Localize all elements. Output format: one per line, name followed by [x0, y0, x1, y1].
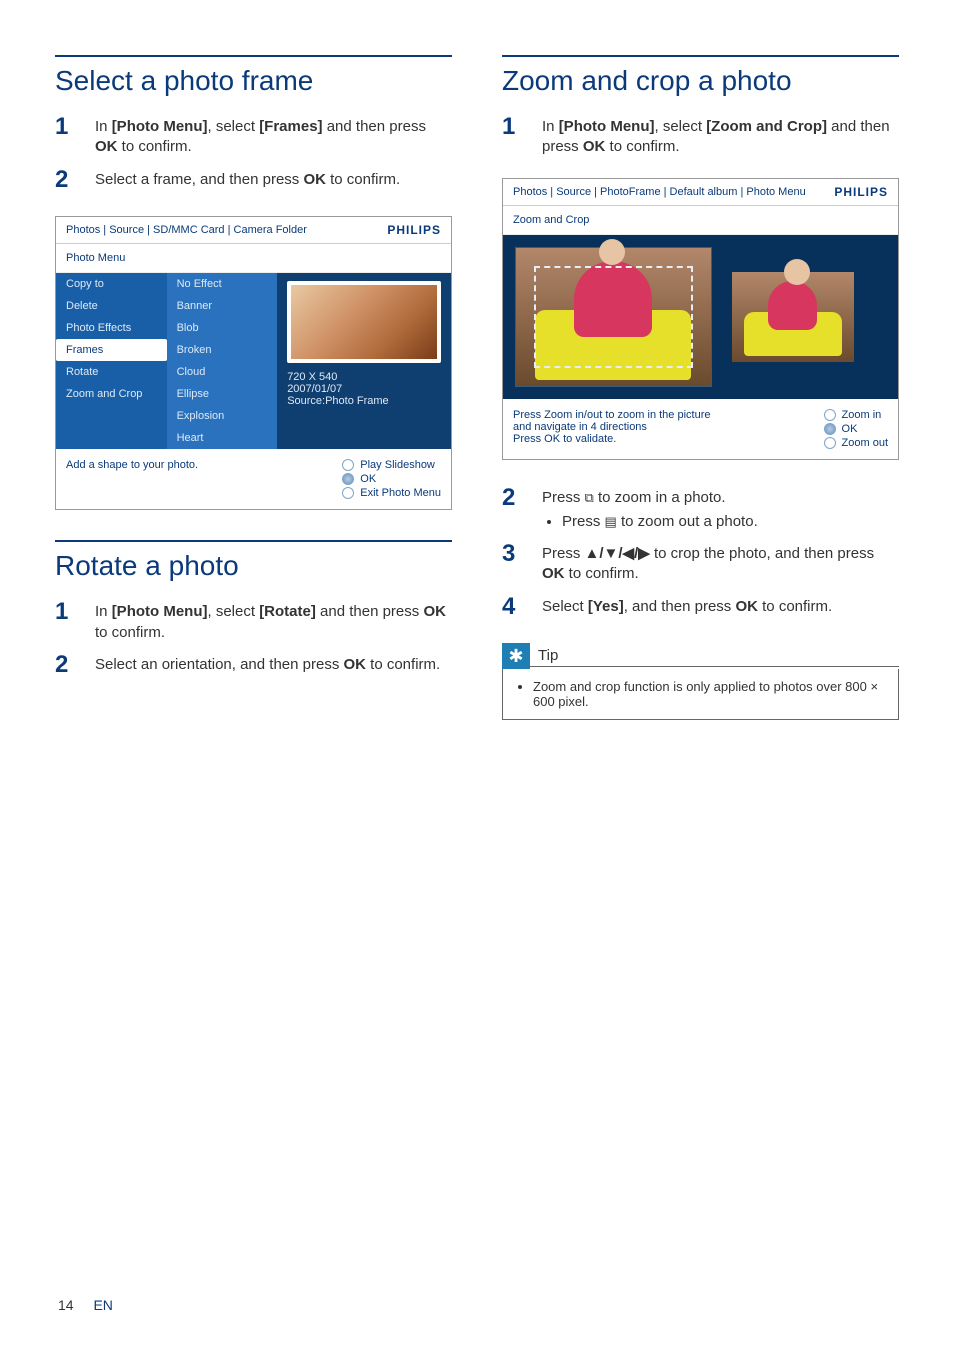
menu-item[interactable]: Broken: [167, 339, 278, 361]
left-column: Select a photo frame 1 In [Photo Menu], …: [55, 55, 452, 720]
option-row[interactable]: Play Slideshow: [342, 459, 441, 471]
option-ring-icon: [342, 459, 354, 471]
menu-item[interactable]: Zoom and Crop: [56, 383, 167, 405]
option-label: Zoom out: [842, 437, 888, 449]
tip-asterisk-icon: ✱: [502, 643, 530, 669]
shot-subtitle: Photo Menu: [56, 243, 451, 273]
step-text: In [Photo Menu], select [Rotate] and the…: [95, 596, 452, 643]
option-ring-icon: [824, 423, 836, 435]
step-text: Select a frame, and then press OK to con…: [95, 164, 400, 196]
page-lang: EN: [93, 1297, 112, 1313]
menu-item[interactable]: Copy to: [56, 273, 167, 295]
menu-item[interactable]: Ellipse: [167, 383, 278, 405]
section-title-frames: Select a photo frame: [55, 65, 452, 97]
step-number: 1: [55, 596, 77, 643]
option-label: Exit Photo Menu: [360, 487, 441, 499]
tip-box: ✱ Tip Zoom and crop function is only app…: [502, 643, 899, 720]
menu-item[interactable]: Explosion: [167, 405, 278, 427]
menu-item[interactable]: Delete: [56, 295, 167, 317]
menu-item[interactable]: No Effect: [167, 273, 278, 295]
step-number: 2: [55, 164, 77, 196]
section-title-rotate: Rotate a photo: [55, 550, 452, 582]
step-number: 2: [502, 482, 524, 533]
breadcrumb: Photos | Source | SD/MMC Card | Camera F…: [66, 224, 307, 236]
sub-step: Press ▤ to zoom out a photo.: [562, 512, 758, 532]
option-ring-icon: [824, 437, 836, 449]
zoom-small-preview: [732, 272, 854, 362]
option-label: Zoom in: [842, 409, 882, 421]
option-row[interactable]: OK: [824, 423, 888, 435]
foot-options: Play Slideshow OK Exit Photo Menu: [342, 459, 441, 499]
option-ring-icon: [342, 473, 354, 485]
preview-column: 720 X 540 2007/01/07 Source:Photo Frame: [277, 273, 451, 449]
menu-item[interactable]: Blob: [167, 317, 278, 339]
menu-item[interactable]: Banner: [167, 295, 278, 317]
option-label: OK: [360, 473, 376, 485]
option-row[interactable]: Exit Photo Menu: [342, 487, 441, 499]
option-row[interactable]: Zoom in: [824, 409, 888, 421]
option-row[interactable]: OK: [342, 473, 441, 485]
menu-item[interactable]: Rotate: [56, 361, 167, 383]
menu-item[interactable]: Heart: [167, 427, 278, 449]
zoom-out-icon: ▤: [605, 513, 617, 531]
menu-item[interactable]: Cloud: [167, 361, 278, 383]
step-number: 2: [55, 649, 77, 681]
steps-list-zoom-after: 2 Press ⧉ to zoom in a photo. Press ▤ to…: [502, 482, 899, 623]
step-text: Select an orientation, and then press OK…: [95, 649, 440, 681]
option-label: Play Slideshow: [360, 459, 435, 471]
menu-column-2: No EffectBannerBlobBrokenCloudEllipseExp…: [167, 273, 278, 449]
brand-logo: PHILIPS: [834, 185, 888, 199]
section-title-zoom: Zoom and crop a photo: [502, 65, 899, 97]
right-column: Zoom and crop a photo 1 In [Photo Menu],…: [502, 55, 899, 720]
preview-thumbnail: [287, 281, 441, 363]
foot-options: Zoom in OK Zoom out: [824, 409, 888, 449]
tip-text: Zoom and crop function is only applied t…: [533, 679, 884, 709]
preview-meta: 2007/01/07: [287, 383, 441, 395]
step-number: 4: [502, 591, 524, 623]
option-label: OK: [842, 423, 858, 435]
zoom-crop-screenshot: Photos | Source | PhotoFrame | Default a…: [502, 178, 899, 460]
option-row[interactable]: Zoom out: [824, 437, 888, 449]
foot-hint: Press Zoom in/out to zoom in the picture…: [513, 409, 710, 449]
menu-item[interactable]: Photo Effects: [56, 317, 167, 339]
step-text: Press ▲/▼/◀/▶ to crop the photo, and the…: [542, 538, 899, 585]
steps-list-frames: 1 In [Photo Menu], select [Frames] and t…: [55, 111, 452, 196]
breadcrumb: Photos | Source | PhotoFrame | Default a…: [513, 186, 806, 198]
preview-meta: 720 X 540: [287, 371, 441, 383]
option-ring-icon: [342, 487, 354, 499]
option-ring-icon: [824, 409, 836, 421]
menu-item[interactable]: Frames: [56, 339, 167, 361]
step-number: 3: [502, 538, 524, 585]
page-number: 14: [58, 1297, 74, 1313]
step-text: In [Photo Menu], select [Frames] and the…: [95, 111, 452, 158]
step-text: Select [Yes], and then press OK to confi…: [542, 591, 832, 623]
zoom-large-preview: [515, 247, 712, 387]
zoom-in-icon: ⧉: [585, 489, 594, 507]
preview-meta: Source:Photo Frame: [287, 395, 441, 407]
step-text: In [Photo Menu], select [Zoom and Crop] …: [542, 111, 899, 158]
brand-logo: PHILIPS: [387, 223, 441, 237]
foot-hint: Add a shape to your photo.: [66, 459, 198, 499]
menu-column-1: Copy toDeletePhoto EffectsFramesRotateZo…: [56, 273, 167, 449]
photo-menu-screenshot: Photos | Source | SD/MMC Card | Camera F…: [55, 216, 452, 510]
page-footer: 14 EN: [58, 1297, 113, 1313]
step-text: Press ⧉ to zoom in a photo. Press ▤ to z…: [542, 482, 758, 533]
tip-label: Tip: [530, 645, 899, 667]
step-number: 1: [502, 111, 524, 158]
steps-list-rotate: 1 In [Photo Menu], select [Rotate] and t…: [55, 596, 452, 681]
shot-subtitle: Zoom and Crop: [503, 205, 898, 235]
steps-list-zoom-before: 1 In [Photo Menu], select [Zoom and Crop…: [502, 111, 899, 158]
step-number: 1: [55, 111, 77, 158]
